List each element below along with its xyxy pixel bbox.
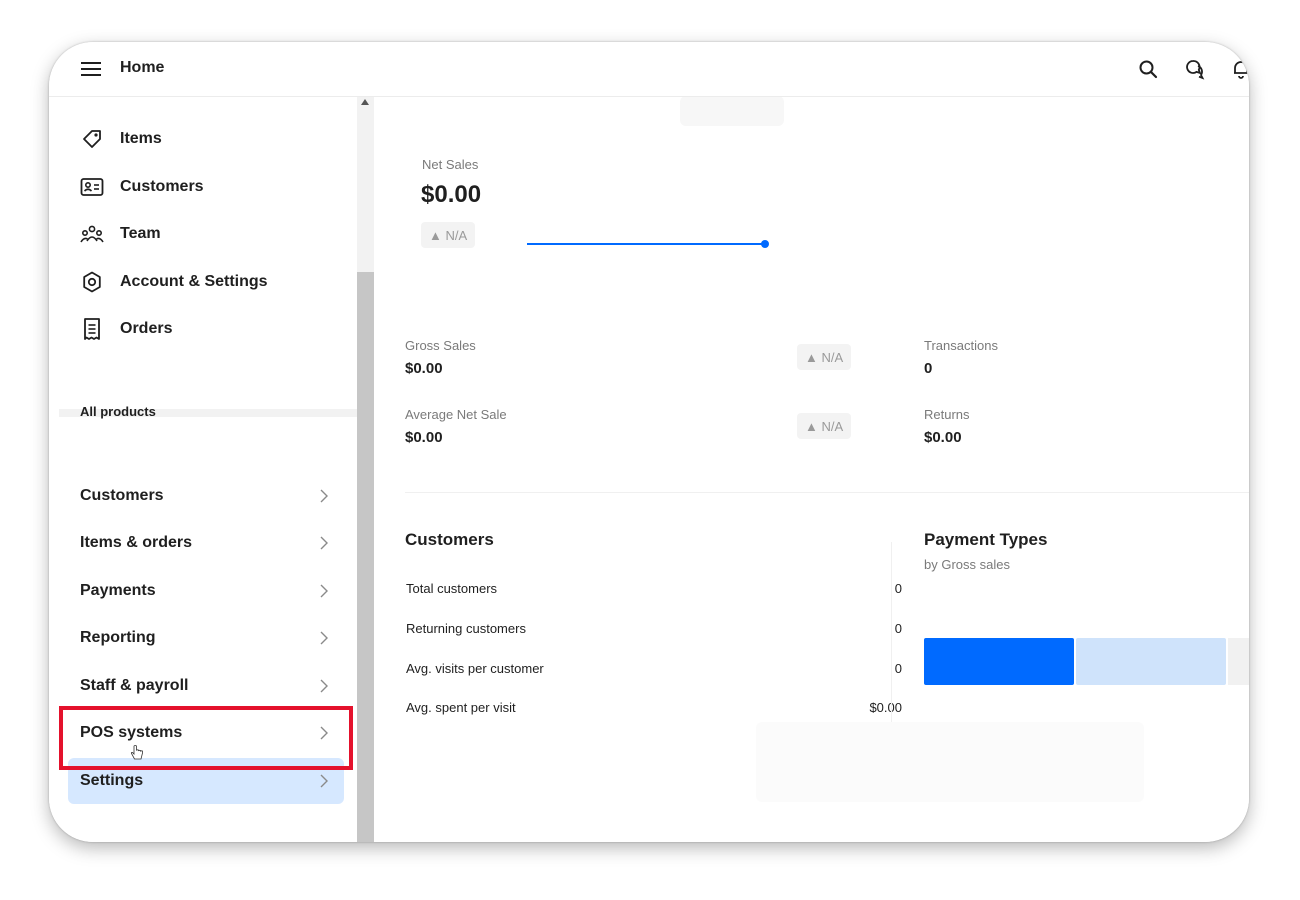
- page-title: Home: [120, 59, 165, 76]
- net-sales-sparkline: [527, 240, 769, 248]
- product-item-settings[interactable]: Settings: [68, 758, 344, 804]
- product-item-items-orders[interactable]: Items & orders: [68, 520, 344, 566]
- product-item-label: POS systems: [80, 724, 183, 741]
- sidebar-item-label: Team: [120, 225, 161, 242]
- sidebar-item-items[interactable]: Items: [80, 124, 162, 154]
- product-item-payments[interactable]: Payments: [68, 568, 344, 614]
- main-content: Net Sales $0.00 ▲ N/A Gross Sales $0.00 …: [374, 96, 1249, 842]
- tag-icon: [80, 127, 104, 151]
- product-item-reporting[interactable]: Reporting: [68, 615, 344, 661]
- chevron-right-icon: [320, 774, 328, 788]
- payment-bar-primary[interactable]: [924, 638, 1074, 685]
- chevron-right-icon: [320, 679, 328, 693]
- customers-row-value: 0: [894, 581, 902, 596]
- net-sales-label: Net Sales: [422, 157, 479, 172]
- scrollbar-thumb[interactable]: [357, 272, 374, 842]
- card-divider: [891, 542, 892, 722]
- net-sales-change-badge: ▲ N/A: [421, 222, 476, 248]
- transactions-label: Transactions: [924, 338, 998, 353]
- net-sales-value: $0.00: [421, 181, 482, 208]
- product-item-label: Payments: [80, 582, 156, 599]
- sidebar-item-account-settings[interactable]: Account & Settings: [80, 267, 268, 297]
- sidebar-item-customers[interactable]: Customers: [80, 172, 204, 202]
- top-bar: Home: [49, 42, 1249, 97]
- sidebar-item-label: Orders: [120, 320, 173, 337]
- sidebar-item-team[interactable]: Team: [80, 219, 161, 249]
- messages-icon[interactable]: [1184, 58, 1206, 80]
- transactions-value: 0: [924, 360, 933, 377]
- customers-row-label: Avg. visits per customer: [406, 661, 544, 676]
- sidebar-scrollbar[interactable]: [357, 96, 374, 842]
- customers-row-label: Avg. spent per visit: [406, 700, 516, 715]
- avg-net-sale-change-badge: ▲ N/A: [797, 413, 852, 439]
- customers-row-value: 0: [894, 661, 902, 676]
- product-item-staff-payroll[interactable]: Staff & payroll: [68, 663, 344, 709]
- product-item-label: Reporting: [80, 629, 156, 646]
- gross-sales-change-badge: ▲ N/A: [797, 344, 852, 370]
- customers-row-label: Total customers: [406, 581, 498, 596]
- payment-types-title: Payment Types: [924, 530, 1048, 549]
- all-products-heading: All products: [80, 404, 156, 419]
- contact-card-icon: [80, 175, 104, 199]
- faint-content-block: [756, 722, 1144, 802]
- sidebar-item-label: Account & Settings: [120, 273, 268, 290]
- product-item-label: Staff & payroll: [80, 677, 189, 694]
- sidebar-item-label: Customers: [120, 178, 204, 195]
- receipt-icon: [80, 317, 104, 341]
- scroll-up-arrow-icon[interactable]: [361, 99, 369, 105]
- chevron-right-icon: [320, 584, 328, 598]
- payment-bar-secondary[interactable]: [1076, 638, 1226, 685]
- sidebar: Items Customers Team Account & Settings …: [49, 88, 357, 842]
- customers-card-title: Customers: [405, 530, 494, 549]
- faint-header-block: [680, 96, 784, 126]
- customers-row-label: Returning customers: [406, 621, 526, 636]
- customers-row-value: 0: [894, 621, 902, 636]
- returns-label: Returns: [924, 407, 970, 422]
- team-icon: [80, 222, 104, 246]
- chevron-right-icon: [320, 631, 328, 645]
- chevron-right-icon: [320, 536, 328, 550]
- avg-net-sale-label: Average Net Sale: [405, 407, 507, 422]
- chevron-right-icon: [320, 726, 328, 740]
- chevron-right-icon: [320, 489, 328, 503]
- product-item-pos-systems[interactable]: POS systems: [68, 710, 344, 756]
- section-divider: [405, 492, 1249, 493]
- gross-sales-value: $0.00: [405, 360, 443, 377]
- product-item-label: Customers: [80, 487, 164, 504]
- avg-net-sale-value: $0.00: [405, 429, 443, 446]
- gear-icon: [80, 270, 104, 294]
- sidebar-item-orders[interactable]: Orders: [80, 314, 172, 344]
- hamburger-menu-icon[interactable]: [80, 58, 102, 80]
- product-item-label: Settings: [80, 772, 144, 789]
- returns-value: $0.00: [924, 429, 962, 446]
- sidebar-item-label: Items: [120, 130, 162, 147]
- notifications-icon[interactable]: [1230, 58, 1249, 80]
- hand-cursor-icon: [130, 745, 143, 760]
- gross-sales-label: Gross Sales: [405, 338, 476, 353]
- customers-row-value: $0.00: [869, 700, 902, 715]
- app-window: Home Items Customers Team Account & Sett…: [49, 42, 1249, 842]
- search-icon[interactable]: [1137, 58, 1159, 80]
- payment-types-subtitle: by Gross sales: [924, 557, 1010, 572]
- product-item-label: Items & orders: [80, 534, 193, 551]
- product-item-customers[interactable]: Customers: [68, 473, 344, 519]
- payment-bar-tertiary[interactable]: [1228, 638, 1249, 685]
